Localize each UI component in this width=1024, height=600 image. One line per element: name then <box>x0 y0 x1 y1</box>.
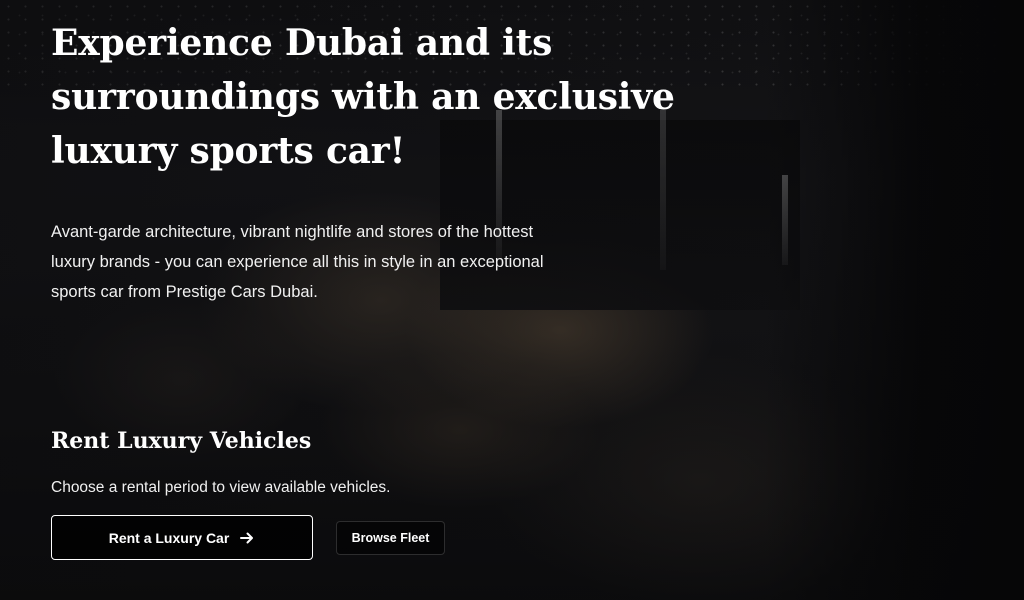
hero-headline: Experience Dubai and its surroundings wi… <box>51 22 675 172</box>
hero-lead-paragraph: Avant-garde architecture, vibrant nightl… <box>51 223 544 301</box>
rent-luxury-car-button[interactable]: Rent a Luxury Car <box>51 515 313 560</box>
rental-heading: Rent Luxury Vehicles <box>51 428 312 454</box>
browse-fleet-label: Browse Fleet <box>351 531 430 545</box>
browse-fleet-button[interactable]: Browse Fleet <box>336 521 445 555</box>
rental-subtext: Choose a rental period to view available… <box>51 479 391 496</box>
hero-section: Experience Dubai and its surroundings wi… <box>0 0 1024 600</box>
arrow-right-icon <box>239 530 255 546</box>
rent-luxury-car-label: Rent a Luxury Car <box>108 529 230 546</box>
